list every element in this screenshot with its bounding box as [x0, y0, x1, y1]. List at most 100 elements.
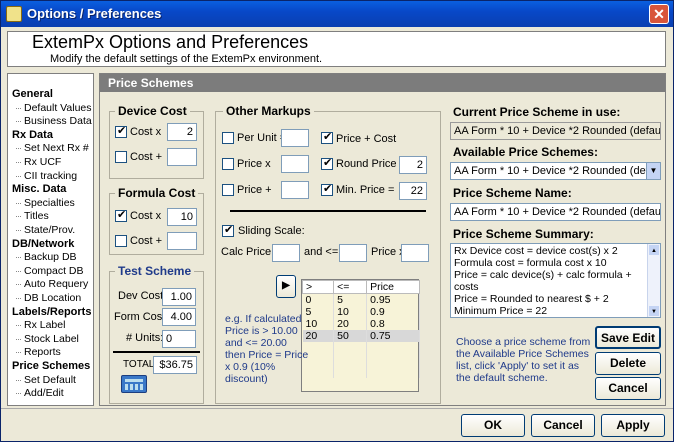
- table-cell: 5: [333, 293, 368, 306]
- dev-cost-field[interactable]: 1.00: [162, 288, 196, 306]
- sidebar-item[interactable]: Set Default: [16, 374, 76, 386]
- panel-title: Price Schemes: [100, 74, 665, 92]
- apply-row-arrow-button[interactable]: ▶: [276, 275, 296, 298]
- table-row[interactable]: 5 10 0.9: [302, 306, 420, 318]
- sidebar-item[interactable]: Stock Label: [16, 333, 79, 345]
- sidebar-item[interactable]: CII tracking: [15, 170, 77, 182]
- table-cell: 0.95: [366, 293, 420, 306]
- apply-button[interactable]: Apply: [601, 414, 665, 437]
- calc-price-gt-field[interactable]: [272, 244, 300, 262]
- scheme-name-field[interactable]: AA Form * 10 + Device *2 Rounded (defaul…: [450, 203, 661, 221]
- scheme-name-label: Price Scheme Name:: [453, 186, 572, 200]
- sidebar-tree: General Default Values Business Data Rx Dat…: [7, 73, 94, 406]
- per-unit-label: Per Unit =: [237, 132, 287, 144]
- sidebar-item[interactable]: Add/Edit: [16, 387, 64, 399]
- formula-cost-x-field[interactable]: 10: [167, 208, 197, 226]
- scroll-up-icon[interactable]: ▲: [649, 245, 659, 255]
- per-unit-field[interactable]: [281, 129, 309, 147]
- formula-cost-x-checkbox[interactable]: [115, 208, 127, 222]
- device-cost-plus-checkbox[interactable]: [115, 151, 127, 163]
- price-x-scale-field[interactable]: [401, 244, 429, 262]
- round-price-label: Round Price +: [336, 158, 407, 170]
- min-price-field[interactable]: 22: [399, 182, 427, 200]
- sidebar-item[interactable]: Reports: [16, 346, 61, 358]
- sidebar-item[interactable]: Rx Label: [15, 319, 65, 331]
- scrollbar[interactable]: ▲ ▼: [647, 244, 660, 317]
- save-edit-button[interactable]: Save Edit: [595, 326, 661, 349]
- ok-button[interactable]: OK: [461, 414, 525, 437]
- formula-cost-plus-field[interactable]: [167, 232, 197, 250]
- available-schemes-select[interactable]: AA Form * 10 + Device *2 Rounded (defaul…: [450, 162, 661, 180]
- table-row[interactable]: 20 50 0.75: [302, 330, 420, 342]
- scroll-down-icon[interactable]: ▼: [649, 306, 659, 316]
- price-cost-checkbox[interactable]: [321, 130, 333, 144]
- price-plus-checkbox[interactable]: [222, 184, 234, 196]
- sidebar-group[interactable]: Labels/Reports: [12, 306, 91, 318]
- device-cost-x-checkbox[interactable]: [115, 124, 127, 138]
- total-field: $36.75: [153, 356, 197, 374]
- table-row[interactable]: 10 20 0.8: [302, 318, 420, 330]
- sidebar-group[interactable]: DB/Network: [12, 238, 74, 250]
- sidebar-group[interactable]: General: [12, 88, 53, 100]
- device-cost-x-label: Cost x: [130, 126, 162, 138]
- summary-line: Price = calc device(s) + calc formula + …: [454, 269, 632, 293]
- device-cost-x-field[interactable]: 2: [167, 123, 197, 141]
- sidebar-group[interactable]: Misc. Data: [12, 183, 66, 195]
- price-x-field[interactable]: [281, 155, 309, 173]
- form-cost-field[interactable]: 4.00: [162, 308, 196, 326]
- sidebar-item[interactable]: Rx UCF: [15, 156, 61, 168]
- delete-button[interactable]: Delete: [595, 352, 661, 375]
- summary-line: Price = Rounded to nearest $ + 2: [454, 293, 609, 305]
- sidebar-item[interactable]: State/Prov.: [15, 224, 75, 236]
- sliding-scale-help: e.g. If calculated Price is > 10.00 and …: [225, 313, 309, 385]
- chevron-down-icon[interactable]: ▼: [646, 163, 660, 179]
- sidebar-item[interactable]: Auto Requery: [15, 278, 88, 290]
- table-row-empty[interactable]: [302, 366, 420, 378]
- table-row-empty[interactable]: [302, 342, 420, 354]
- sliding-scale-checkbox[interactable]: [222, 223, 234, 237]
- calc-price-le-field[interactable]: [339, 244, 367, 262]
- and-label: and <=: [304, 246, 339, 258]
- table-cell: 0.9: [366, 306, 420, 318]
- summary-textbox[interactable]: Rx Device cost = device cost(s) x 2 Formu…: [450, 243, 661, 318]
- cancel-edit-button[interactable]: Cancel: [595, 377, 661, 400]
- units-label: # Units:: [126, 332, 164, 344]
- close-button[interactable]: ✕: [649, 4, 669, 24]
- sidebar-item[interactable]: Titles: [16, 210, 49, 222]
- test-scheme-title: Test Scheme: [115, 264, 195, 278]
- sliding-scale-table[interactable]: > <= Price 0 5 0.95 5 10 0.9 10 20 0.8 20 50 0.75: [301, 279, 420, 392]
- table-row-empty[interactable]: [302, 354, 420, 366]
- min-price-checkbox[interactable]: [321, 182, 333, 196]
- sidebar-item[interactable]: DB Location: [15, 292, 81, 304]
- calculator-icon[interactable]: [121, 375, 147, 393]
- device-cost-plus-field[interactable]: [167, 148, 197, 166]
- price-plus-field[interactable]: [281, 181, 309, 199]
- instruction-note: Choose a price scheme from the Available…: [456, 336, 591, 384]
- round-price-field[interactable]: 2: [399, 156, 427, 174]
- price-x-checkbox[interactable]: [222, 158, 234, 170]
- summary-line: Minimum Price = 22: [454, 305, 548, 317]
- table-row[interactable]: 0 5 0.95: [302, 293, 420, 306]
- round-price-checkbox[interactable]: [321, 156, 333, 170]
- sidebar-item[interactable]: Default Values: [16, 102, 92, 114]
- column-header: <=: [333, 280, 368, 294]
- per-unit-checkbox[interactable]: [222, 132, 234, 144]
- markup-divider: [230, 210, 426, 212]
- table-cell: [366, 354, 420, 366]
- sidebar-group[interactable]: Price Schemes: [12, 360, 90, 372]
- sidebar-item[interactable]: Specialties: [16, 197, 75, 209]
- sidebar-item[interactable]: Business Data: [16, 115, 92, 127]
- summary-label: Price Scheme Summary:: [453, 227, 594, 241]
- sidebar-item[interactable]: Set Next Rx #: [16, 142, 89, 154]
- formula-cost-plus-checkbox[interactable]: [115, 235, 127, 247]
- table-cell: [333, 342, 368, 354]
- options-window: Options / Preferences ✕ ExtemPx Options …: [0, 0, 674, 442]
- table-cell: 20: [333, 318, 368, 330]
- summary-lines: Rx Device cost = device cost(s) x 2 Formu…: [454, 245, 657, 317]
- sidebar-item[interactable]: Backup DB: [16, 251, 77, 263]
- sidebar-group[interactable]: Rx Data: [12, 129, 53, 141]
- sidebar-item[interactable]: Compact DB: [16, 265, 84, 277]
- units-field[interactable]: 0: [162, 330, 196, 348]
- cancel-button[interactable]: Cancel: [531, 414, 595, 437]
- header: ExtemPx Options and Preferences Modify t…: [7, 31, 666, 67]
